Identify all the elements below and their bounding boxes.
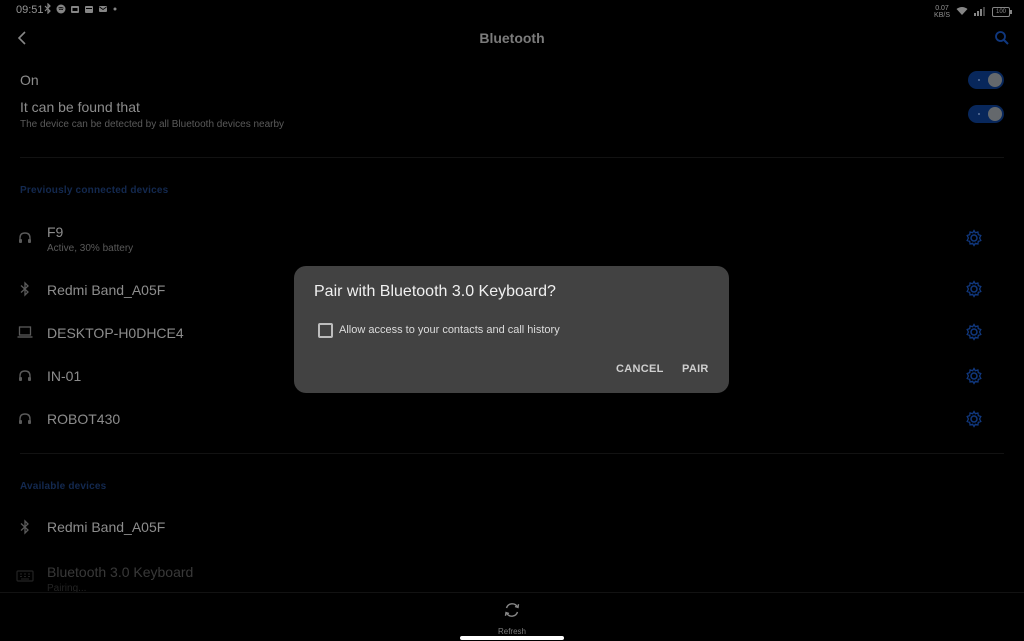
cancel-button[interactable]: CANCEL xyxy=(616,363,664,375)
contacts-access-checkbox[interactable] xyxy=(318,323,333,338)
dialog-title: Pair with Bluetooth 3.0 Keyboard? xyxy=(314,283,556,300)
home-indicator xyxy=(460,636,564,640)
pair-dialog: Pair with Bluetooth 3.0 Keyboard? Allow … xyxy=(294,266,729,393)
pair-button[interactable]: PAIR xyxy=(682,363,709,375)
contacts-access-label[interactable]: Allow access to your contacts and call h… xyxy=(339,324,560,336)
